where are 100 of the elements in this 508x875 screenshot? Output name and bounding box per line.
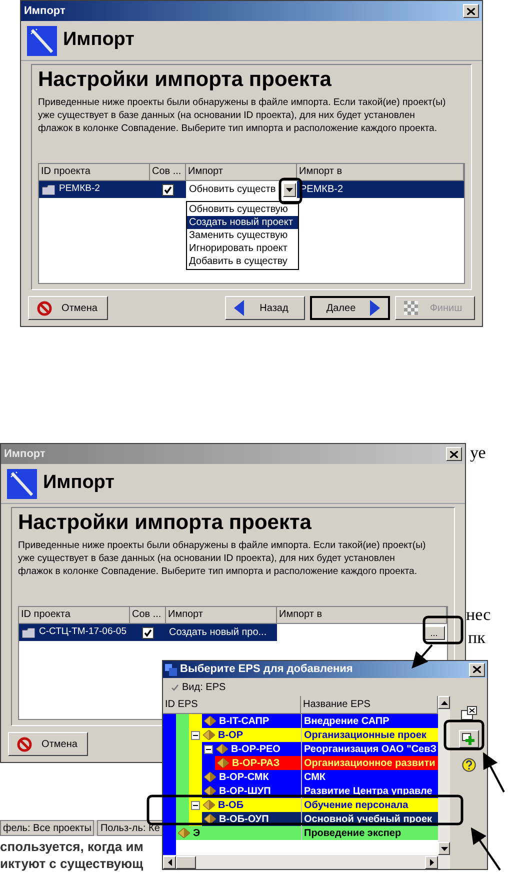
header-title: Импорт <box>63 28 134 52</box>
dropdown-option[interactable]: Создать новый проект <box>187 216 298 229</box>
eps-name: Реорганизация ОАО "СевЗ <box>304 742 437 756</box>
folder-icon <box>22 628 35 638</box>
close-icon <box>450 450 458 458</box>
diamond-icon <box>217 758 229 768</box>
panel-heading: Настройки импорта проекта <box>38 67 332 93</box>
close-window-icon[interactable] <box>460 706 476 720</box>
document-text: уе <box>470 442 486 464</box>
eps-id: В-ОР <box>218 728 243 742</box>
eps-name: Обучение персонала <box>304 798 408 812</box>
column-header[interactable]: Название EPS <box>301 696 438 714</box>
cancel-button[interactable]: Отмена <box>8 732 88 756</box>
annotation-arrow <box>470 827 501 871</box>
match-checkbox[interactable] <box>142 626 154 638</box>
project-id: РЕМКВ-2 <box>59 182 100 196</box>
scroll-right-button[interactable] <box>425 856 438 868</box>
tree-row[interactable]: В-ОР-РЕО Реорганизация ОАО "СевЗ <box>163 742 438 756</box>
window-title: Импорт <box>24 4 66 19</box>
horizontal-scrollbar[interactable] <box>163 855 438 869</box>
eps-id: В-ОР-СМК <box>219 770 269 784</box>
eps-id: В-ОБ-ОУП <box>219 812 269 826</box>
left-arrow-icon <box>168 858 172 866</box>
column-header[interactable]: ID EPS <box>163 696 301 714</box>
eps-id: Э <box>193 826 200 840</box>
tree-row[interactable]: Э Проведение экспер <box>163 826 438 840</box>
tree-row[interactable]: В-IT-САПР Внедрение САПР <box>163 714 438 728</box>
cancel-button[interactable]: Отмена <box>28 296 108 320</box>
magic-wand-icon <box>27 26 57 56</box>
help-icon[interactable] <box>462 758 476 772</box>
window-title: Импорт <box>4 446 46 462</box>
down-arrow-icon <box>440 846 448 850</box>
close-button[interactable] <box>463 4 479 18</box>
collapse-toggle[interactable] <box>191 800 200 810</box>
scroll-left-button[interactable] <box>163 856 176 868</box>
table-row[interactable]: РЕМКВ-2 Обновить существ РЕМКВ-2 <box>39 181 464 198</box>
collapse-toggle[interactable] <box>191 730 200 740</box>
diamond-icon <box>216 744 228 754</box>
eps-name: Проведение экспер <box>304 826 402 840</box>
column-header[interactable]: Импорт в <box>277 607 447 624</box>
scroll-down-button[interactable] <box>438 842 450 855</box>
document-text: иктуют с существующ <box>0 855 144 872</box>
right-triangle-icon <box>370 300 380 316</box>
diamond-icon <box>204 814 216 824</box>
eps-id: В-ОР-РЕО <box>231 742 280 756</box>
description-text: Приведенные ниже проекты были обнаружены в файле импорта. Если такой(ие) проект(ы) уже существует в базе данных (на основании ID проекта), для них будет установлен флажок в колонке Совпадение. Выберите тип импорта и расположение каждого проекта. <box>18 539 427 578</box>
scroll-thumb[interactable] <box>176 856 196 868</box>
close-button[interactable] <box>469 662 485 676</box>
right-arrow-icon <box>430 858 434 866</box>
view-label[interactable]: Вид: EPS <box>182 680 226 694</box>
table-row[interactable]: С-СТЦ-ТМ-17-06-05 Создать новый про... ... <box>19 624 447 641</box>
column-header[interactable]: Импорт в <box>297 164 464 181</box>
next-button[interactable]: Далее <box>310 296 390 320</box>
import-type: Создать новый про... <box>169 626 267 640</box>
vertical-scrollbar[interactable] <box>438 696 450 869</box>
dropdown-option[interactable]: Игнорировать проект <box>187 242 298 255</box>
close-icon <box>467 8 475 14</box>
diamond-icon <box>203 730 215 740</box>
column-header[interactable]: Сов ... <box>150 164 186 181</box>
diamond-icon <box>178 828 190 838</box>
close-icon <box>473 666 481 673</box>
eps-id: В-IT-САПР <box>219 714 270 728</box>
plus-icon <box>462 733 475 745</box>
up-arrow-icon <box>440 700 448 704</box>
project-id: С-СТЦ-ТМ-17-06-05 <box>39 625 126 640</box>
diamond-icon <box>203 800 215 810</box>
panel-heading: Настройки импорта проекта <box>18 510 312 536</box>
header-title: Импорт <box>43 471 114 496</box>
add-button[interactable] <box>458 730 478 748</box>
column-header[interactable]: Сов ... <box>130 607 166 624</box>
tree-row[interactable]: В-ОР-РАЗ Организационное развити <box>163 756 438 770</box>
diamond-icon <box>204 772 216 782</box>
dropdown-option[interactable]: Заменить существую <box>187 229 298 242</box>
tree-row[interactable]: В-ОР-СМК СМК <box>163 770 438 784</box>
eps-name: Основной учебный проек <box>304 812 432 826</box>
column-header[interactable]: Импорт <box>186 164 297 181</box>
scroll-up-button[interactable] <box>438 696 450 709</box>
column-header[interactable]: ID проекта <box>39 164 150 181</box>
column-header[interactable]: Импорт <box>166 607 277 624</box>
dropdown-option[interactable]: Добавить в существу <box>187 255 298 268</box>
tree-row[interactable]: В-ОР Организационные проек <box>163 728 438 742</box>
dropdown-arrow-button[interactable] <box>283 182 296 196</box>
tree-row[interactable]: В-ОБ Обучение персонала <box>163 798 438 812</box>
match-checkbox[interactable] <box>162 184 174 196</box>
diamond-icon <box>204 786 216 796</box>
status-field: фель: Все проекты <box>0 820 94 836</box>
dropdown-option[interactable]: Обновить существую <box>187 203 298 216</box>
eps-name: Организационные проек <box>304 728 426 742</box>
column-header[interactable]: ID проекта <box>19 607 130 624</box>
document-text: спользуется, когда им <box>0 838 144 855</box>
diamond-icon <box>204 716 216 726</box>
back-button[interactable]: Назад <box>225 296 305 320</box>
check-icon <box>164 186 172 194</box>
description-text: Приведенные ниже проекты были обнаружены в файле импорта. Если такой(ие) проект(ы) уже существует в базе данных (на основании ID проекта), для них будет установлен флажок в колонке Совпадение. Выберите тип импорта и расположение каждого проекта. <box>38 96 447 135</box>
import-target: РЕМКВ-2 <box>300 183 344 197</box>
collapse-toggle[interactable] <box>204 744 213 754</box>
close-button[interactable] <box>446 447 462 461</box>
import-type-combo[interactable]: Обновить существ <box>186 181 297 198</box>
annotation-arrow <box>412 644 433 669</box>
window-title: Выберите EPS для добавления <box>180 662 354 678</box>
